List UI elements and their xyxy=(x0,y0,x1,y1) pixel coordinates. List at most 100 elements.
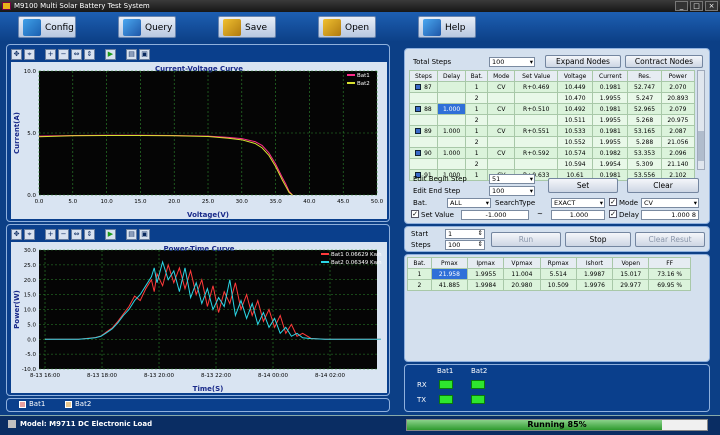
print-icon[interactable]: ▤ xyxy=(126,48,137,60)
zoom-out-icon[interactable]: − xyxy=(58,48,69,60)
results-row[interactable]: 1 21.958 1.9955 11.004 5.514 1.9987 15.017 73.1… xyxy=(407,268,691,280)
zoom-x-icon[interactable]: ⇔ xyxy=(71,228,82,240)
edit-end-select[interactable]: 100 ▾ xyxy=(489,186,535,196)
table-cell: 2.087 xyxy=(660,125,696,137)
delay-input[interactable]: 1.000 8 xyxy=(641,210,699,220)
x-tick-label: 40.0 xyxy=(303,199,316,205)
save-button[interactable]: Save xyxy=(218,16,276,38)
x-axis-label: Time(S) xyxy=(193,385,224,393)
print-icon[interactable]: ▤ xyxy=(126,228,137,240)
zoom-y-icon[interactable]: ⇕ xyxy=(84,228,95,240)
zoom-x-icon[interactable]: ⇔ xyxy=(71,48,82,60)
select-icon[interactable]: ⌖ xyxy=(24,228,35,240)
zoom-out-icon[interactable]: − xyxy=(58,228,69,240)
results-cell: 29.977 xyxy=(612,279,650,291)
start-input[interactable]: 1 ⇕ xyxy=(445,229,485,239)
disk-icon[interactable]: ▣ xyxy=(139,48,150,60)
steps-input[interactable]: 100 ⇕ xyxy=(445,240,485,250)
zoom-in-icon[interactable]: + xyxy=(45,228,56,240)
table-row[interactable]: 88 1.000 1 CV R+0.510 10.492 0.1981 52.965 2.079 xyxy=(409,103,696,115)
fit-icon[interactable]: ✥ xyxy=(11,48,22,60)
pt-chart-toolbar: ✥ ⌖ + − ⇔ ⇕ ▶ ▤ ▣ xyxy=(11,228,150,240)
progress-text: Running 85% xyxy=(527,420,587,429)
minimize-button[interactable]: _ xyxy=(675,1,688,11)
y-tick-label: 25.0 xyxy=(24,263,37,269)
maximize-button[interactable]: □ xyxy=(690,1,703,11)
table-cell: CV xyxy=(487,125,516,137)
disk-icon[interactable]: ▣ xyxy=(139,228,150,240)
run-button[interactable]: Run xyxy=(491,232,561,247)
search-type-select[interactable]: EXACT ▾ xyxy=(551,198,605,208)
steps-header-cell: Current xyxy=(592,70,629,82)
table-cell xyxy=(409,92,438,104)
expand-node-icon[interactable] xyxy=(415,84,422,90)
y-axis-label: Power(W) xyxy=(13,290,21,329)
clear-result-button[interactable]: Clear Resut xyxy=(635,232,705,247)
model-text: Model: M9711 DC Electronic Load xyxy=(20,420,153,428)
bat1-swatch[interactable] xyxy=(19,401,26,408)
results-cell: 1.9955 xyxy=(467,268,505,280)
play-icon[interactable]: ▶ xyxy=(105,228,116,240)
bat2-swatch[interactable] xyxy=(65,401,72,408)
table-cell xyxy=(487,158,516,170)
help-label: Help xyxy=(445,23,466,33)
expand-node-icon[interactable] xyxy=(415,106,422,112)
close-button[interactable]: × xyxy=(705,1,718,11)
table-cell: CV xyxy=(487,147,516,159)
expand-nodes-button[interactable]: Expand Nodes xyxy=(545,55,621,68)
step-panel: Total Steps 100 ▾ Expand Nodes Contract N… xyxy=(404,48,710,224)
led-bat1-label: Bat1 xyxy=(437,367,454,375)
table-cell: R+0.592 xyxy=(514,147,558,159)
table-row[interactable]: 90 1.000 1 CV R+0.592 10.574 0.1982 53.353 2.096 xyxy=(409,147,696,159)
x-tick-label: 8-13 20:00 xyxy=(144,373,175,379)
config-button[interactable]: Config xyxy=(18,16,76,38)
zoom-in-icon[interactable]: + xyxy=(45,48,56,60)
set-button[interactable]: Set xyxy=(548,178,618,193)
clear-button[interactable]: Clear xyxy=(627,178,699,193)
total-steps-select[interactable]: 100 ▾ xyxy=(489,57,535,67)
table-cell: 1.000 xyxy=(436,147,467,159)
table-row[interactable]: 89 1.000 1 CV R+0.551 10.533 0.1981 53.165 2.087 xyxy=(409,125,696,137)
open-label: Open xyxy=(345,23,370,33)
select-icon[interactable]: ⌖ xyxy=(24,48,35,60)
mode-checkbox[interactable]: ✓ xyxy=(609,198,617,206)
y-tick-label: -5.0 xyxy=(25,352,36,358)
help-button[interactable]: Help xyxy=(418,16,476,38)
set-value-checkbox[interactable]: ✓ xyxy=(411,210,419,218)
table-cell: 53.353 xyxy=(627,147,662,159)
delay-checkbox[interactable]: ✓ xyxy=(609,210,617,218)
results-row[interactable]: 2 41.885 1.9984 20.980 10.509 1.9976 29.977 69.… xyxy=(407,279,691,291)
set-value-from-input[interactable]: -1.000 xyxy=(461,210,529,220)
edit-begin-select[interactable]: 51 ▾ xyxy=(489,174,535,184)
bat-filter-select[interactable]: ALL ▾ xyxy=(447,198,491,208)
results-cell: 2 xyxy=(407,279,432,291)
zoom-y-icon[interactable]: ⇕ xyxy=(84,48,95,60)
query-button[interactable]: Query xyxy=(118,16,176,38)
table-row[interactable]: 2 10.594 1.9954 5.309 21.140 xyxy=(409,158,696,170)
tx-label: TX xyxy=(417,396,427,404)
mode-select[interactable]: CV ▾ xyxy=(641,198,699,208)
table-cell xyxy=(514,92,558,104)
table-cell: 0.1981 xyxy=(592,103,629,115)
expand-node-icon[interactable] xyxy=(415,150,422,156)
table-row[interactable]: 2 10.552 1.9955 5.288 21.056 xyxy=(409,136,696,148)
contract-nodes-button[interactable]: Contract Nodes xyxy=(625,55,703,68)
set-value-label: Set Value xyxy=(421,211,454,219)
results-cell: 41.885 xyxy=(430,279,469,291)
table-row[interactable]: 87 1 CV R+0.469 10.449 0.1981 52.747 2.070 xyxy=(409,81,696,93)
edit-begin-label: Edit Begin Step xyxy=(413,175,467,183)
fit-icon[interactable]: ✥ xyxy=(11,228,22,240)
stop-button[interactable]: Stop xyxy=(565,232,631,247)
expand-node-icon[interactable] xyxy=(415,128,422,134)
steps-table-scrollbar[interactable] xyxy=(697,70,705,170)
open-button[interactable]: Open xyxy=(318,16,376,38)
set-value-to-input[interactable]: 1.000 xyxy=(551,210,605,220)
table-row[interactable]: 2 10.511 1.9955 5.268 20.975 xyxy=(409,114,696,126)
run-panel: Start 1 ⇕ Steps 100 ⇕ Run Stop Clear Resut xyxy=(404,226,710,252)
edit-end-label: Edit End Step xyxy=(413,187,461,195)
led-panel: Bat1 Bat2 RX TX xyxy=(404,364,710,412)
table-row[interactable]: 2 10.470 1.9955 5.247 20.893 xyxy=(409,92,696,104)
play-icon[interactable]: ▶ xyxy=(105,48,116,60)
table-cell: 1.9955 xyxy=(592,92,629,104)
table-cell: 5.288 xyxy=(627,136,662,148)
